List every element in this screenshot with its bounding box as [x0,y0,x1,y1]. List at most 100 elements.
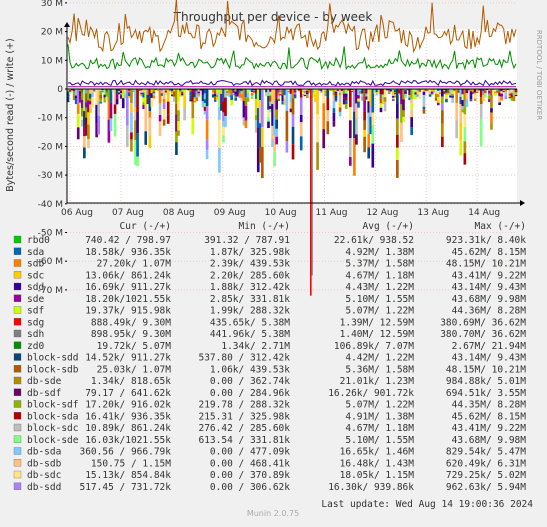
legend-max-value: 984.88k/ 5.01M [446,376,526,387]
read-bar-block-sde [113,113,117,129]
read-bar-block-sdc [277,95,281,98]
legend-series-name: sdf [27,306,44,317]
legend-min-value: 1.99k/ 288.32k [210,306,290,317]
read-bar-db-sdb [400,122,403,133]
legend-max-value: 43.14M/ 9.43M [452,282,527,293]
read-bar-db-sde [441,123,444,137]
legend-row: db-sdc 15.13k/ 854.84k 0.00 / 370.89k 18.05… [13,470,526,481]
read-bar-db-sde [316,142,319,170]
read-bar-sdg [310,89,312,296]
read-bar-block-sdc [126,125,129,148]
read-bar-block-sdd [367,147,371,159]
legend-row: sda 18.58k/ 936.35k 1.87k/ 325.98k 4.92M/ 1… [13,247,527,258]
legend-series-name: zd0 [27,341,44,352]
legend-min-value: 1.34k/ 2.71M [221,341,290,352]
legend-swatch [13,247,22,255]
read-bar-block-sdd [291,126,295,145]
read-bar-sdd [306,92,309,95]
read-bar-sda [332,108,336,113]
legend-min-value: 537.80 / 312.42k [198,353,290,364]
munin-version: Munin 2.0.75 [247,509,299,518]
legend-min-value: 219.78 / 288.32k [198,400,290,411]
read-bar-sdd [197,91,201,93]
read-bar-sdc [183,95,186,108]
read-bar-sdd [396,103,399,119]
read-bar-db-sde [195,97,199,102]
read-bar-block-sda [224,97,227,116]
legend-swatch [13,435,22,443]
throughput-chart: Throughput per device - by week Bytes/se… [5,0,543,518]
read-bar-block-sdd [334,98,338,101]
legend-max-value: 45.62M/ 8.15M [452,247,527,258]
read-bar-block-sdd [144,131,148,145]
read-bar-block-sda [441,136,444,148]
legend-row: db-sda 360.56 / 966.79k 0.00 / 477.09k 16.6… [13,447,526,458]
legend-cur-value: 16.69k/ 911.27k [85,282,171,293]
legend-row: sdh 898.95k/ 9.30M 441.96k/ 5.38M 1.40M/ 12… [13,329,526,340]
read-bar-sdd [371,143,375,168]
read-bar-sda [299,136,303,151]
read-bar-block-sdf [246,97,250,102]
legend-cur-value: 360.56 / 966.79k [79,447,171,458]
legend-swatch [13,400,22,408]
read-bar-db-sdf [391,99,395,101]
read-bar-sdd [344,93,348,98]
read-bar-sdd [136,111,139,134]
read-bar-sda [136,133,139,157]
read-bar-sdd [152,92,156,94]
legend-cur-value: 10.89k/ 861.24k [85,423,171,434]
legend-swatch [13,482,22,490]
legend-cur-value: 517.45 / 731.72k [79,482,171,493]
legend-cur-value: 13.06k/ 861.24k [85,270,171,281]
legend-min-value: 0.00 / 370.89k [210,470,290,481]
read-bar-block-sde [222,135,225,143]
read-bar-block-sda [166,101,170,115]
read-bar-db-sdc [162,109,166,116]
legend-min-value: 0.00 / 468.41k [210,458,290,469]
read-bar-sda [422,106,426,110]
legend-cur-value: 19.72k/ 5.07M [97,341,172,352]
read-bar-sdb [205,119,209,140]
read-bar-db-sda [465,99,469,107]
read-bar-db-sda [224,115,227,128]
legend-row: block-sda 16.41k/ 936.35k 215.31 / 325.98k… [13,411,527,422]
read-bar-sdc [481,98,485,101]
read-bar-sdf [414,97,418,100]
read-bar-db-sdd [205,106,209,120]
read-bar-sdb [306,96,309,99]
read-bar-db-sde [430,93,434,95]
legend-avg-value: 21.01k/ 1.23M [340,376,415,387]
legend-cur-value: 17.20k/ 916.02k [85,400,171,411]
read-bar-sdf [191,118,195,135]
read-bar-sdd [299,115,303,123]
read-bar-sdf [410,103,413,110]
read-bar-sdd [410,117,413,128]
read-bar-sde [348,157,352,166]
read-bar-block-sdc [455,120,458,139]
legend-max-value: 45.62M/ 8.15M [452,411,527,422]
y-tick-label: 30 M [41,0,63,9]
legend-cur-value: 1.34k/ 818.65k [91,376,171,387]
read-bar-sdf [436,97,440,100]
x-axis: 06 Aug 07 Aug 08 Aug 09 Aug 10 Aug 11 Aug 12 A… [61,208,500,218]
read-bar-sdd [115,99,119,105]
read-bar-db-sdb [158,121,162,137]
legend-row: zd0 19.72k/ 5.07M 1.34k/ 2.71M 106.89k/ 7.0… [13,341,526,352]
read-bar-db-sde [234,96,238,98]
legend-max-value: 43.14M/ 9.43M [452,353,527,364]
read-bar-block-sdc [451,97,454,101]
legend-swatch [13,447,22,455]
read-bar-sdc [277,97,281,100]
read-bar-block-sda [344,97,348,101]
read-bar-db-sda [130,112,133,133]
read-bar-db-sde [87,124,90,139]
read-bar-db-sdb [197,95,201,98]
read-bar-sdf [494,93,497,95]
read-bar-sdf [177,121,180,131]
read-bar-sdb [197,92,201,95]
legend-max-value: 44.36M/ 8.28M [452,306,527,317]
read-bar-sde [436,102,440,106]
read-bar-db-sdc [473,94,477,99]
read-bar-db-sdb [475,91,479,92]
legend-swatch [13,423,22,432]
